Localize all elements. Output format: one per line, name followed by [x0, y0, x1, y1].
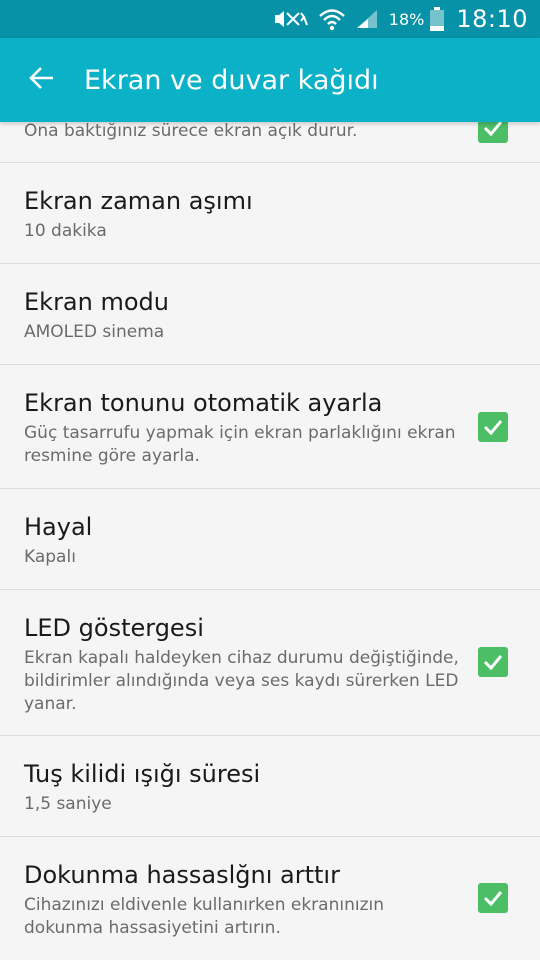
setting-key-light-duration[interactable]: Tuş kilidi ışığı süresi 1,5 saniye — [0, 736, 540, 837]
setting-title: LED göstergesi — [24, 614, 204, 642]
settings-list[interactable]: Ona baktığınız sürece ekran açık durur. … — [0, 38, 540, 960]
signal-icon — [355, 8, 379, 30]
setting-title: Ekran modu — [24, 288, 169, 316]
setting-subtitle: 1,5 saniye — [24, 794, 112, 814]
checkbox-led-indicator[interactable] — [478, 647, 508, 677]
setting-subtitle: Ona baktığınız sürece ekran açık durur. — [24, 121, 358, 141]
arrow-back-icon — [29, 65, 55, 95]
setting-subtitle: Kapalı — [24, 547, 76, 567]
setting-title: Hayal — [24, 513, 93, 541]
clock: 18:10 — [456, 5, 528, 33]
check-icon — [483, 655, 503, 671]
setting-subtitle: Cihazınızı eldivenle kullanırken ekranın… — [24, 895, 385, 938]
checkbox-auto-tone[interactable] — [478, 412, 508, 442]
setting-subtitle: AMOLED sinema — [24, 322, 165, 342]
setting-title: Tuş kilidi ışığı süresi — [24, 760, 261, 788]
setting-screen-mode[interactable]: Ekran modu AMOLED sinema — [0, 264, 540, 365]
mute-icon — [273, 8, 309, 30]
check-icon — [483, 891, 503, 907]
setting-screen-timeout[interactable]: Ekran zaman aşımı 10 dakika — [0, 163, 540, 264]
wifi-icon — [318, 7, 345, 31]
setting-title: Dokunma hassaslğnı arttır — [24, 861, 340, 889]
page-title: Ekran ve duvar kağıdı — [84, 64, 379, 96]
battery-percent: 18% — [388, 9, 425, 29]
setting-title: Ekran tonunu otomatik ayarla — [24, 389, 383, 417]
setting-daydream[interactable]: Hayal Kapalı — [0, 489, 540, 590]
status-bar: 18% 18:10 — [0, 0, 540, 38]
app-bar: Ekran ve duvar kağıdı — [0, 38, 540, 122]
setting-subtitle: 10 dakika — [24, 221, 107, 241]
setting-touch-sensitivity[interactable]: Dokunma hassaslğnı arttır Cihazınızı eld… — [0, 837, 540, 960]
setting-auto-tone[interactable]: Ekran tonunu otomatik ayarla Güç tasarru… — [0, 365, 540, 489]
back-button[interactable] — [0, 38, 84, 122]
check-icon — [483, 420, 503, 436]
checkbox-touch-sensitivity[interactable] — [478, 883, 508, 913]
setting-title: Ekran zaman aşımı — [24, 187, 253, 215]
setting-subtitle: Ekran kapalı haldeyken cihaz durumu deği… — [24, 648, 459, 714]
setting-subtitle: Güç tasarrufu yapmak için ekran parlaklı… — [24, 423, 456, 466]
setting-led-indicator[interactable]: LED göstergesi Ekran kapalı haldeyken ci… — [0, 590, 540, 736]
battery-icon — [430, 7, 445, 31]
